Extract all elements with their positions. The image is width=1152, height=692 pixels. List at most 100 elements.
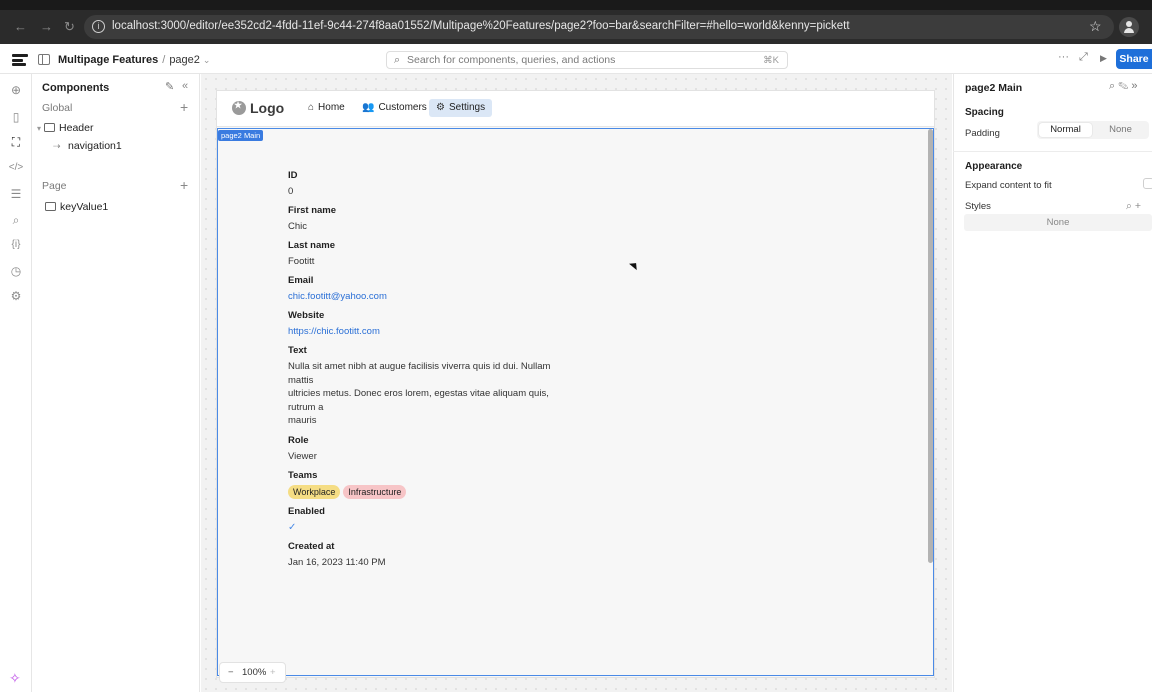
home-icon: ⌂ [308,102,315,113]
global-search[interactable]: ⌕ ⌘K [386,51,788,69]
search-icon[interactable]: ⌕ [1109,80,1115,92]
padding-segmented-control[interactable]: Normal None [1037,121,1149,139]
field-role: Role Viewer [288,434,568,463]
tree-item-keyvalue1[interactable]: keyValue1 [45,201,108,213]
field-value: Viewer [288,450,317,462]
collapse-panel-icon[interactable]: » [1131,80,1137,92]
component-tree-icon[interactable]: ⛶ [8,134,24,150]
field-email: Email chic.footitt@yahoo.com [288,274,568,303]
pages-icon[interactable]: ▯ [8,109,24,125]
code-icon[interactable]: </> [8,160,24,176]
main-frame-tag[interactable]: page2 Main [218,130,264,141]
breadcrumb-page-name[interactable]: page2 [169,54,200,66]
field-label: Website [288,310,325,321]
pages-panel-icon[interactable] [38,54,50,65]
app-header[interactable]: Logo ⌂Home 👥Customers ⚙Settings [217,91,934,127]
chevron-down-icon[interactable]: ⌄ [203,55,211,65]
field-value: Footitt [288,256,315,267]
ai-assist-icon[interactable]: ✧ [9,670,21,687]
zoom-control: − 100% + [219,662,286,683]
page-section-label: Page [42,180,67,192]
add-component-icon[interactable]: ⊕ [8,82,24,98]
field-label: Role [288,434,309,446]
more-options-icon[interactable]: ··· [1058,51,1069,63]
browser-toolbar: ← → ↻ i localhost:3000/editor/ee352cd2-4… [0,0,1152,44]
logo-icon [232,100,246,115]
tree-item-label: keyValue1 [60,201,109,213]
search-input[interactable] [407,53,737,67]
reload-icon[interactable]: ↻ [64,20,75,34]
address-bar[interactable]: i localhost:3000/editor/ee352cd2-4fdd-11… [84,15,1114,39]
search-shortcut: ⌘K [763,55,779,66]
add-page-component-icon[interactable]: + [180,177,188,193]
tree-item-label: Header [59,122,94,134]
email-link[interactable]: chic.footitt@yahoo.com [288,290,568,303]
navigation-icon: ⇢ [53,141,61,151]
tag-workplace: Workplace [288,484,341,499]
state-icon[interactable]: {i} [8,237,24,253]
nav-label: Home [318,102,345,113]
inspector-title[interactable]: page2 Main [965,82,1022,94]
preview-play-icon[interactable]: ▶ [1100,53,1107,64]
styles-label: Styles [965,201,991,212]
nav-label: Settings [448,102,486,113]
zoom-level[interactable]: 100% [242,663,266,682]
forward-icon[interactable]: → [40,20,53,34]
paintbrush-icon[interactable]: ⌕ [1126,200,1132,212]
collapse-panel-icon[interactable]: « [182,80,188,92]
text-line: Nulla sit amet nibh at augue facilisis v… [288,361,551,386]
expand-content-checkbox[interactable] [1143,178,1152,189]
pin-icon[interactable]: ✎ [165,80,174,93]
breadcrumb-app-name[interactable]: Multipage Features [58,54,158,66]
field-text: Text Nulla sit amet nibh at augue facili… [288,344,568,428]
search-rail-icon[interactable]: ⌕ [8,212,24,228]
text-line: mauris [288,415,317,426]
browser-tab-strip [0,0,1152,10]
brand-text: Logo [250,100,285,116]
appearance-section-label: Appearance [965,161,1023,172]
chevron-down-icon[interactable]: ▾ [37,124,41,133]
profile-avatar-icon[interactable] [1119,17,1139,37]
expand-content-label: Expand content to fit [965,180,1052,191]
nav-item-settings[interactable]: ⚙ Settings [429,99,493,117]
pin-icon[interactable]: ✎ [1118,80,1128,92]
share-button[interactable]: Share [1116,49,1152,69]
field-label: Created at [288,540,335,552]
nav-label: Customers [378,102,427,113]
tag-infrastructure: Infrastructure [343,484,407,499]
canvas-scrollbar[interactable] [928,129,933,563]
add-global-icon[interactable]: + [180,99,188,115]
expand-icon[interactable]: ⤢ [1079,51,1088,64]
padding-option-normal[interactable]: Normal [1039,123,1092,137]
padding-option-none[interactable]: None [1094,123,1147,137]
field-value: 0 [288,186,294,197]
website-link[interactable]: https://chic.footitt.com [288,325,568,338]
back-icon[interactable]: ← [14,20,27,34]
nav-item-home[interactable]: ⌂ Home [301,99,352,117]
field-created-at: Created at Jan 16, 2023 11:40 PM [288,540,568,569]
site-info-icon[interactable]: i [92,20,105,33]
tree-item-header[interactable]: ▾ Header [37,122,93,134]
brand-logo[interactable]: Logo [232,100,284,116]
field-label: ID [288,170,298,181]
field-id: ID 0 [288,169,568,198]
field-label: Last name [288,240,335,251]
history-icon[interactable]: ◷ [8,263,24,279]
settings-icon[interactable]: ⚙ [8,288,24,304]
add-style-icon[interactable]: + [1135,200,1141,212]
field-value: Nulla sit amet nibh at augue facilisis v… [288,360,568,428]
field-label: Teams [288,469,318,481]
retool-logo-icon[interactable] [12,54,28,66]
field-last-name: Last name Footitt [288,239,568,268]
field-enabled: Enabled ✓ [288,505,568,534]
tree-item-navigation1[interactable]: ⇢ navigation1 [53,140,122,152]
styles-value[interactable]: None [964,214,1152,231]
left-rail: ⊕ ▯ ⛶ </> ☰ ⌕ {i} ◷ ⚙ ✧ [0,74,32,692]
zoom-out-button[interactable]: − [228,663,234,682]
nav-item-customers[interactable]: 👥 Customers [355,99,434,117]
key-value-component[interactable]: ID 0 First name Chic Last name Footitt E… [288,169,568,575]
bookmark-star-icon[interactable]: ☆ [1089,18,1102,35]
zoom-in-button[interactable]: + [270,663,276,682]
tree-item-label: navigation1 [68,140,122,152]
list-icon[interactable]: ☰ [8,186,24,202]
